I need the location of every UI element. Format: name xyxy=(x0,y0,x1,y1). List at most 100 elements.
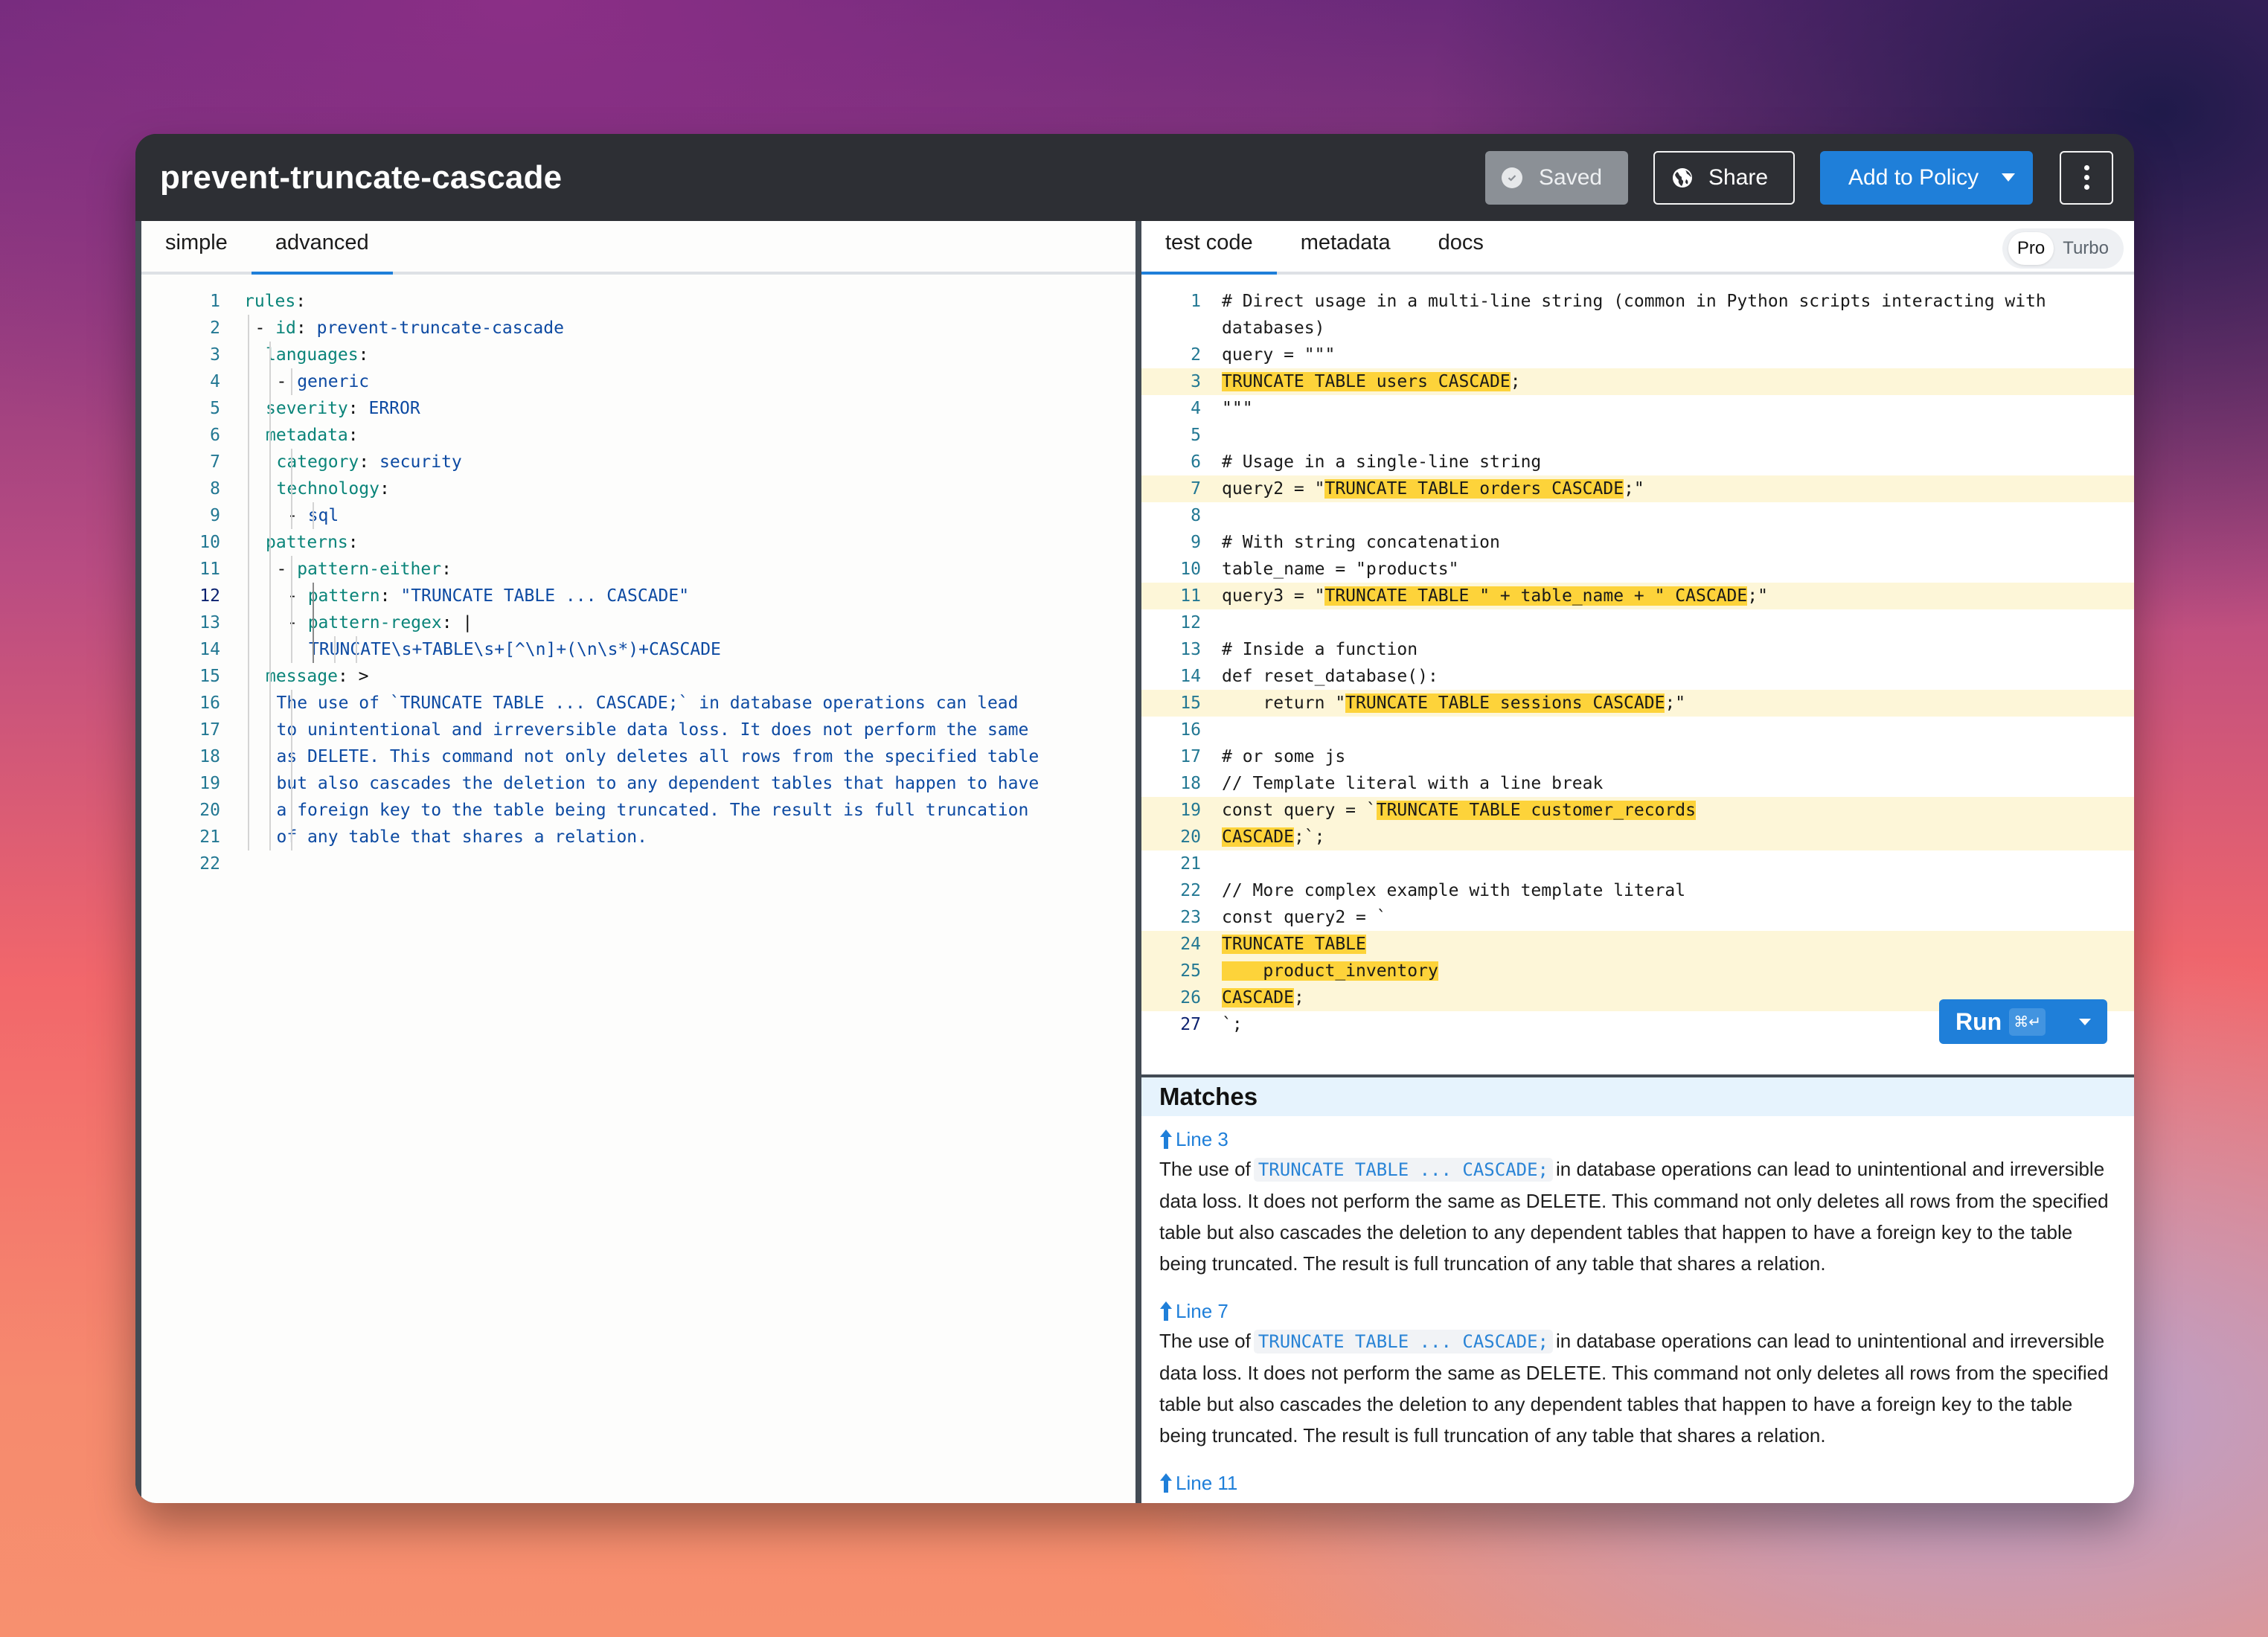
indent-guide xyxy=(248,690,249,717)
tab-simple[interactable]: simple xyxy=(141,231,252,272)
indent-guide xyxy=(269,475,271,502)
line-number: 3 xyxy=(210,345,220,365)
indent-guide xyxy=(248,583,249,609)
rule-line: 17 to unintentional and irreversible data… xyxy=(141,717,1135,743)
matched-code-line: 20 CASCADE;`; xyxy=(1141,824,2134,850)
rule-line-text: technology: xyxy=(276,479,390,499)
code-line-text: `; xyxy=(1222,1015,1243,1034)
indent-guide xyxy=(248,529,249,556)
rule-line: 8 technology: xyxy=(141,475,1135,502)
line-number: 4 xyxy=(1191,399,1201,418)
code-line: 1 # Direct usage in a multi-line string (… xyxy=(1141,288,2134,315)
code-line-text: return "TRUNCATE TABLE sessions CASCADE;… xyxy=(1222,693,1686,713)
match-item: Line 7 The use of TRUNCATE TABLE ... CASCA… xyxy=(1141,1298,2134,1451)
add-to-policy-button[interactable]: Add to Policy xyxy=(1820,150,2033,205)
code-line-text: # or some js xyxy=(1222,747,1346,766)
rule-code-editor[interactable]: 1 rules: 2 - id: prevent-truncate-cascade 3 l… xyxy=(141,288,1135,877)
run-label: Run xyxy=(1955,1007,2002,1035)
indent-guide xyxy=(248,475,249,502)
indent-guide xyxy=(291,609,292,636)
editor-body: simple advanced 1 rules: 2 - id: prevent-tr… xyxy=(135,221,2134,1503)
code-line: 2 query = """ xyxy=(1141,342,2134,368)
line-number: 22 xyxy=(1180,881,1201,900)
code-line: 14 def reset_database(): xyxy=(1141,663,2134,690)
rule-pane: simple advanced 1 rules: 2 - id: prevent-tr… xyxy=(141,221,1135,1503)
rule-line-text: metadata: xyxy=(266,426,359,445)
tab-advanced[interactable]: advanced xyxy=(251,231,393,275)
indent-guide xyxy=(248,556,249,583)
line-number: 1 xyxy=(1191,292,1201,311)
toggle-pro[interactable]: Pro xyxy=(2008,232,2054,265)
line-number: 3 xyxy=(1191,372,1201,391)
line-number: 9 xyxy=(210,506,220,525)
rule-line: 4 - generic xyxy=(141,368,1135,395)
share-button[interactable]: Share xyxy=(1653,150,1795,205)
code-line-text: query3 = "TRUNCATE TABLE " + table_name … xyxy=(1222,586,1768,606)
match-highlight: product_inventory xyxy=(1222,961,1438,981)
code-line: 13 # Inside a function xyxy=(1141,636,2134,663)
match-line-link[interactable]: Line 11 xyxy=(1159,1470,2116,1496)
line-number: 13 xyxy=(1180,640,1201,659)
test-code-editor[interactable]: 1 # Direct usage in a multi-line string (… xyxy=(1141,288,2134,1039)
rule-line: 5 severity: ERROR xyxy=(141,395,1135,422)
line-number: 2 xyxy=(1191,345,1201,365)
line-number: 15 xyxy=(1180,693,1201,713)
code-line: 17 # or some js xyxy=(1141,743,2134,770)
kebab-menu-icon xyxy=(2083,165,2089,190)
run-button[interactable]: Run ⌘↵ xyxy=(1939,999,2107,1044)
pane-resize-handle[interactable] xyxy=(1135,221,1141,1503)
code-line: 9 # With string concatenation xyxy=(1141,529,2134,556)
indent-guide xyxy=(334,636,336,663)
share-label: Share xyxy=(1708,164,1769,190)
tab-metadata[interactable]: metadata xyxy=(1277,231,1415,272)
indent-guide xyxy=(269,690,271,717)
code-line-text: table_name = "products" xyxy=(1222,560,1459,579)
run-shortcut-hint: ⌘↵ xyxy=(2009,1007,2046,1036)
indent-guide xyxy=(248,422,249,449)
saved-button[interactable]: Saved xyxy=(1485,150,1628,205)
line-number: 2 xyxy=(210,318,220,338)
line-number: 26 xyxy=(1180,988,1201,1007)
rule-line-text: The use of `TRUNCATE TABLE ... CASCADE;`… xyxy=(276,693,1019,713)
rule-line: 14 TRUNCATE\s+TABLE\s+[^\n]+(\n\s*)+CASCA… xyxy=(141,636,1135,663)
line-number: 7 xyxy=(1191,479,1201,499)
code-line-text: """ xyxy=(1222,399,1253,418)
code-line-text: query = """ xyxy=(1222,345,1336,365)
line-number: 13 xyxy=(199,613,220,632)
more-options-button[interactable] xyxy=(2060,150,2113,205)
line-number: 1 xyxy=(210,292,220,311)
indent-guide xyxy=(248,609,249,636)
indent-guide xyxy=(313,636,314,663)
match-line-link[interactable]: Line 7 xyxy=(1159,1298,2116,1324)
line-number: 12 xyxy=(1180,613,1201,632)
rule-line: 6 metadata: xyxy=(141,422,1135,449)
test-tabs: test code metadata docs Pro Turbo xyxy=(1141,221,2134,275)
toggle-turbo[interactable]: Turbo xyxy=(2054,232,2118,265)
match-line-link[interactable]: Line 3 xyxy=(1159,1127,2116,1152)
indent-guide xyxy=(248,395,249,422)
inline-code: TRUNCATE TABLE ... CASCADE; xyxy=(1253,1330,1553,1354)
line-number: 10 xyxy=(1180,560,1201,579)
code-line: 22 // More complex example with template … xyxy=(1141,877,2134,904)
line-number: 14 xyxy=(199,640,220,659)
tab-docs[interactable]: docs xyxy=(1415,231,1508,272)
arrow-up-icon xyxy=(1160,1130,1172,1149)
rule-line: 21 of any table that shares a relation. xyxy=(141,824,1135,850)
tab-test-code[interactable]: test code xyxy=(1141,231,1277,275)
match-highlight: TRUNCATE TABLE xyxy=(1222,935,1366,954)
caret-down-icon[interactable] xyxy=(2002,173,2015,182)
indent-guide xyxy=(291,556,292,583)
line-number: 10 xyxy=(199,533,220,552)
title-bar: prevent-truncate-cascade Saved Share Add… xyxy=(135,134,2134,221)
line-number: 18 xyxy=(199,747,220,766)
rule-line: 12 - pattern: "TRUNCATE TABLE ... CASCADE… xyxy=(141,583,1135,609)
rule-line: 16 The use of `TRUNCATE TABLE ... CASCADE… xyxy=(141,690,1135,717)
matched-code-line: 24 TRUNCATE TABLE xyxy=(1141,931,2134,958)
match-line-label: Line 3 xyxy=(1176,1127,1228,1150)
code-line: 16 xyxy=(1141,717,2134,743)
matches-title: Matches xyxy=(1141,1077,2134,1116)
indent-guide xyxy=(248,663,249,690)
line-number: 11 xyxy=(1180,586,1201,606)
run-options-caret-icon[interactable] xyxy=(2079,1018,2091,1025)
matched-code-line: 11 query3 = "TRUNCATE TABLE " + table_nam… xyxy=(1141,583,2134,609)
